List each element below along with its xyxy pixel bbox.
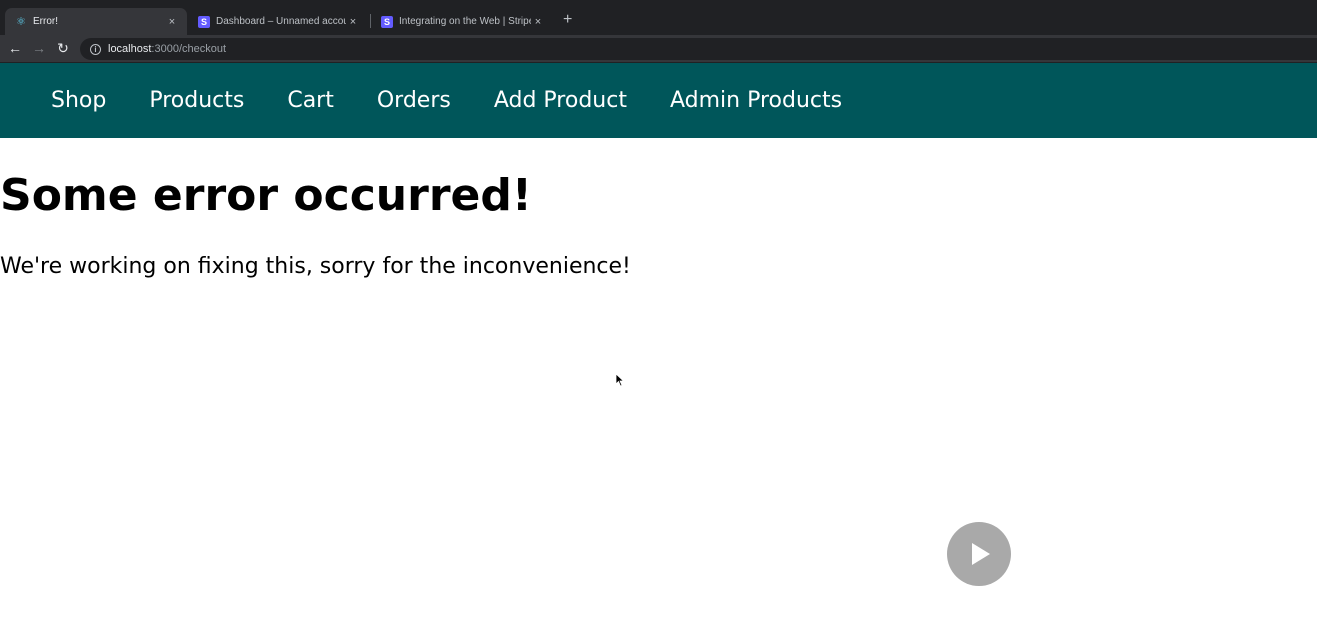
- url-host: localhost: [108, 43, 152, 55]
- tab-title: Integrating on the Web | Stripe: [399, 16, 531, 27]
- reload-button[interactable]: ↻: [54, 39, 72, 57]
- address-bar[interactable]: i localhost:3000/checkout: [80, 38, 1317, 60]
- close-icon[interactable]: ×: [531, 16, 545, 28]
- play-icon: [972, 543, 990, 565]
- react-icon: ⚛: [16, 16, 26, 28]
- close-icon[interactable]: ×: [346, 16, 360, 28]
- page-title: Some error occurred!: [0, 170, 532, 221]
- forward-button[interactable]: →: [30, 39, 48, 57]
- nav-orders[interactable]: Orders: [377, 88, 451, 113]
- error-message: We're working on fixing this, sorry for …: [0, 254, 631, 279]
- stripe-icon: S: [381, 15, 393, 28]
- tab-stripe-docs[interactable]: S Integrating on the Web | Stripe ×: [371, 8, 553, 35]
- browser-toolbar: ← → ↻ i localhost:3000/checkout: [0, 35, 1317, 63]
- tab-dashboard[interactable]: S Dashboard – Unnamed accoun ×: [188, 8, 368, 35]
- nav-products[interactable]: Products: [149, 88, 244, 113]
- tab-title: Error!: [33, 16, 58, 27]
- tab-title: Dashboard – Unnamed accoun: [216, 16, 346, 27]
- close-icon[interactable]: ×: [165, 16, 179, 28]
- url-path: :3000/checkout: [151, 43, 227, 55]
- mouse-cursor-icon: [615, 373, 625, 387]
- nav-shop[interactable]: Shop: [51, 88, 106, 113]
- nav-admin-products[interactable]: Admin Products: [670, 88, 842, 113]
- stripe-icon: S: [198, 15, 210, 28]
- play-button[interactable]: [947, 522, 1011, 586]
- nav-cart[interactable]: Cart: [287, 88, 334, 113]
- nav-add-product[interactable]: Add Product: [494, 88, 627, 113]
- new-tab-button[interactable]: +: [563, 11, 572, 29]
- info-icon[interactable]: i: [90, 43, 101, 55]
- back-button[interactable]: ←: [6, 39, 24, 57]
- tab-error[interactable]: ⚛ Error! ×: [5, 8, 187, 35]
- main-navigation: Shop Products Cart Orders Add Product Ad…: [0, 63, 1317, 138]
- browser-tab-strip: ⚛ Error! × S Dashboard – Unnamed accoun …: [0, 0, 1317, 35]
